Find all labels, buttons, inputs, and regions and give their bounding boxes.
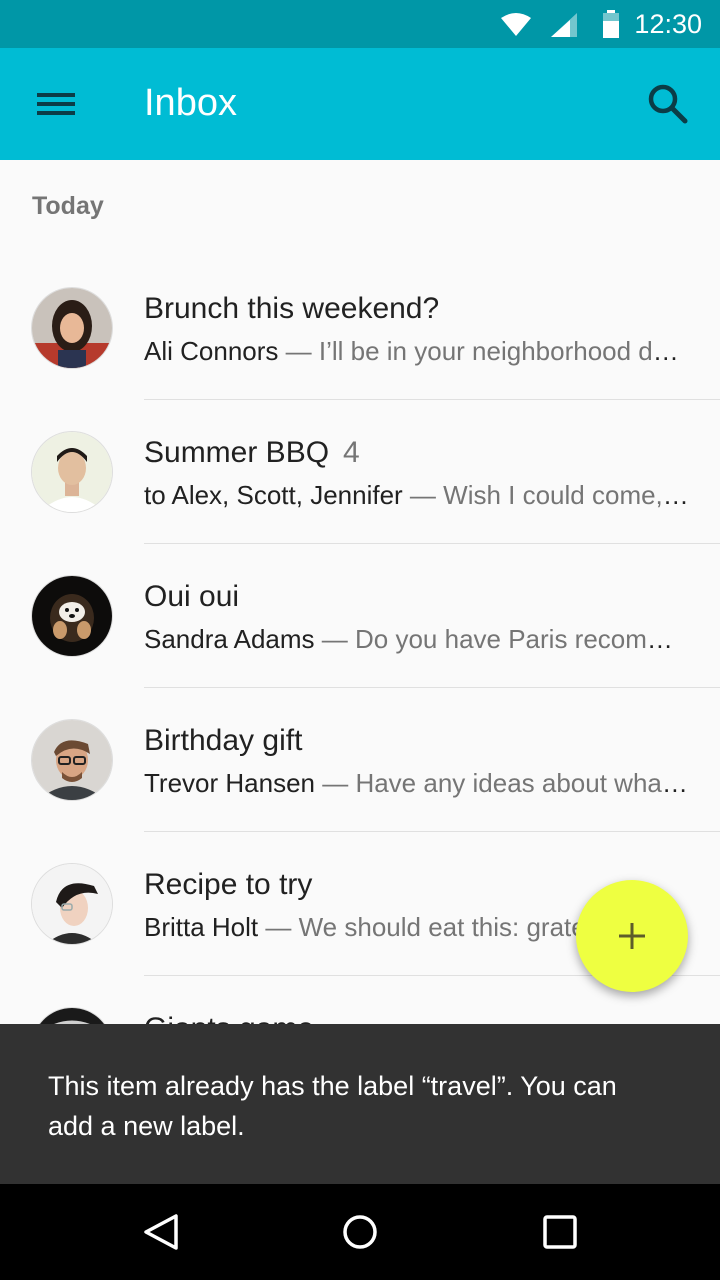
message-subject: Birthday gift bbox=[144, 724, 303, 757]
message-snippet: Trevor Hansen — Have any ideas about wha… bbox=[144, 768, 692, 798]
app-bar: Inbox bbox=[0, 48, 720, 160]
message-subject: Brunch this weekend? bbox=[144, 292, 440, 325]
avatar bbox=[32, 432, 112, 512]
recents-icon bbox=[543, 1215, 577, 1249]
compose-button[interactable] bbox=[576, 880, 688, 992]
section-label-today: Today bbox=[32, 192, 104, 220]
message-subject: Recipe to try bbox=[144, 868, 313, 901]
message-subject: Summer BBQ 4 bbox=[144, 436, 360, 469]
home-icon bbox=[343, 1215, 377, 1249]
list-item[interactable]: Summer BBQ 4 to Alex, Scott, Jennifer — W… bbox=[0, 400, 720, 544]
snackbar-message: This item already has the label “travel”… bbox=[48, 1071, 617, 1141]
list-item[interactable]: Brunch this weekend? Ali Connors — I’ll … bbox=[0, 256, 720, 400]
list-item[interactable]: Birthday gift Trevor Hansen — Have any i… bbox=[0, 688, 720, 832]
menu-icon bbox=[37, 93, 75, 115]
message-subject: Giants game bbox=[144, 1012, 314, 1024]
page-title: Inbox bbox=[144, 82, 237, 124]
message-snippet: Sandra Adams — Do you have Paris recomme… bbox=[144, 624, 692, 654]
message-snippet: Ali Connors — I’ll be in your neighborho… bbox=[144, 336, 692, 366]
search-icon bbox=[648, 84, 688, 124]
add-icon bbox=[619, 923, 645, 949]
message-subject: Oui oui bbox=[144, 580, 240, 613]
snackbar: This item already has the label “travel”… bbox=[0, 1024, 720, 1184]
list-item[interactable]: Oui oui Sandra Adams — Do you have Paris… bbox=[0, 544, 720, 688]
back-button[interactable] bbox=[136, 1208, 184, 1256]
back-icon bbox=[144, 1214, 178, 1250]
avatar bbox=[32, 720, 112, 800]
avatar bbox=[32, 576, 112, 656]
menu-button[interactable] bbox=[26, 80, 86, 128]
home-button[interactable] bbox=[336, 1208, 384, 1256]
signal-icon bbox=[551, 13, 577, 37]
avatar bbox=[32, 288, 112, 368]
message-snippet: to Alex, Scott, Jennifer — Wish I could … bbox=[144, 480, 692, 510]
status-time: 12:30 bbox=[634, 9, 702, 39]
wifi-icon bbox=[501, 13, 531, 36]
avatar bbox=[32, 864, 112, 944]
search-button[interactable] bbox=[642, 78, 694, 130]
system-nav-bar bbox=[0, 1184, 720, 1280]
avatar bbox=[32, 1008, 112, 1024]
status-bar: 12:30 bbox=[0, 0, 720, 48]
recents-button[interactable] bbox=[536, 1208, 584, 1256]
battery-icon bbox=[603, 10, 619, 38]
thread-count: 4 bbox=[343, 436, 360, 469]
